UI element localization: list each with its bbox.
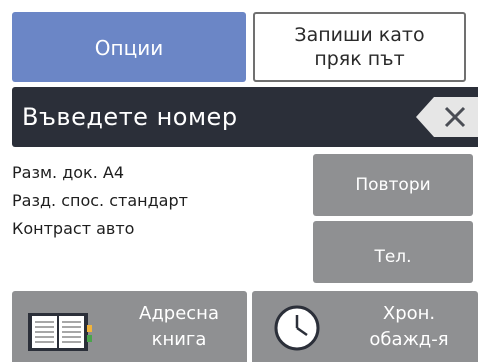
address-book-icon (28, 313, 92, 351)
backspace-icon (416, 97, 478, 137)
save-as-shortcut-button[interactable]: Запиши като пряк път (253, 12, 466, 82)
tel-button[interactable]: Тел. (313, 221, 473, 283)
number-entry-field[interactable]: Въведете номер (12, 87, 478, 147)
redial-button[interactable]: Повтори (313, 154, 473, 216)
shortcut-label-line2: пряк път (314, 48, 405, 70)
address-book-label: Адресна книга (112, 301, 246, 353)
clock-icon (274, 305, 320, 351)
tel-label: Тел. (374, 247, 412, 267)
backspace-button[interactable] (416, 97, 478, 137)
document-size-text: Разм. док. A4 (12, 162, 125, 182)
shortcut-label-line1: Запиши като (294, 24, 425, 46)
options-button[interactable]: Опции (12, 12, 246, 82)
contrast-setting: Контраст авто (12, 214, 302, 242)
address-book-button[interactable]: Адресна книга (12, 291, 247, 362)
number-entry-prompt: Въведете номер (22, 103, 238, 131)
resolution-text: Разд. спос. стандарт (12, 190, 188, 210)
call-history-label: Хрон. обажд-я (340, 301, 478, 353)
document-size-setting: Разм. док. A4 (12, 158, 302, 186)
redial-label: Повтори (355, 175, 431, 195)
call-history-label-line1: Хрон. (382, 303, 436, 324)
call-history-label-line2: обажд-я (369, 329, 449, 350)
options-label: Опции (94, 36, 164, 60)
call-history-button[interactable]: Хрон. обажд-я (252, 291, 478, 362)
address-book-label-line2: книга (151, 329, 207, 350)
address-book-label-line1: Адресна (139, 303, 219, 324)
resolution-setting: Разд. спос. стандарт (12, 186, 302, 214)
contrast-text: Контраст авто (12, 218, 135, 238)
